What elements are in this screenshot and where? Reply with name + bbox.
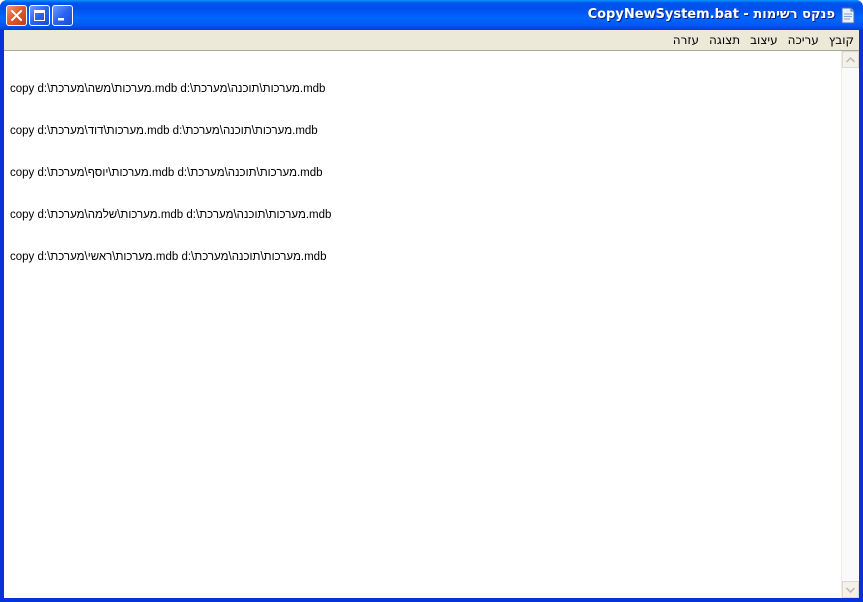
editor-line: copy d:\מערכות\שלמה\מערכת.mdb d:\מערכות\… [10,209,332,221]
menu-format[interactable]: עיצוב [745,33,783,47]
editor-text-area[interactable]: copy d:\מערכות\משה\מערכת.mdb d:\מערכות\ת… [10,54,839,598]
notepad-icon [841,7,855,24]
arrow-down-icon [846,586,855,593]
menu-bar: קובץ עריכה עיצוב תצוגה עזרה [4,30,859,50]
close-button[interactable] [6,5,27,26]
arrow-up-icon [846,56,855,63]
vertical-scrollbar[interactable] [841,51,859,598]
scroll-up-button[interactable] [842,51,859,68]
window-bottom-border [0,598,863,602]
menu-file[interactable]: קובץ [824,33,859,47]
maximize-button[interactable] [29,5,50,26]
editor-line: copy d:\מערכות\משה\מערכת.mdb d:\מערכות\ת… [10,83,326,95]
menu-view[interactable]: תצוגה [704,33,745,47]
close-icon [11,10,22,21]
window-title: CopyNewSystem.bat - פנקס רשימות [587,7,835,22]
editor-line: copy d:\מערכות\יוסף\מערכת.mdb d:\מערכות\… [10,167,323,179]
minimize-icon [58,18,64,21]
title-bar[interactable]: CopyNewSystem.bat - פנקס רשימות [0,0,863,30]
menu-edit[interactable]: עריכה [783,33,824,47]
notepad-window: CopyNewSystem.bat - פנקס רשימות קובץ ערי… [0,0,863,602]
text-editor[interactable]: copy d:\מערכות\משה\מערכת.mdb d:\מערכות\ת… [4,50,859,598]
maximize-icon [34,10,45,21]
editor-line: copy d:\מערכות\ראשי\מערכת.mdb d:\מערכות\… [10,251,327,263]
scroll-down-button[interactable] [842,581,859,598]
editor-line: copy d:\מערכות\דוד\מערכת.mdb d:\מערכות\ת… [10,125,318,137]
menu-help[interactable]: עזרה [668,33,704,47]
minimize-button[interactable] [52,5,73,26]
